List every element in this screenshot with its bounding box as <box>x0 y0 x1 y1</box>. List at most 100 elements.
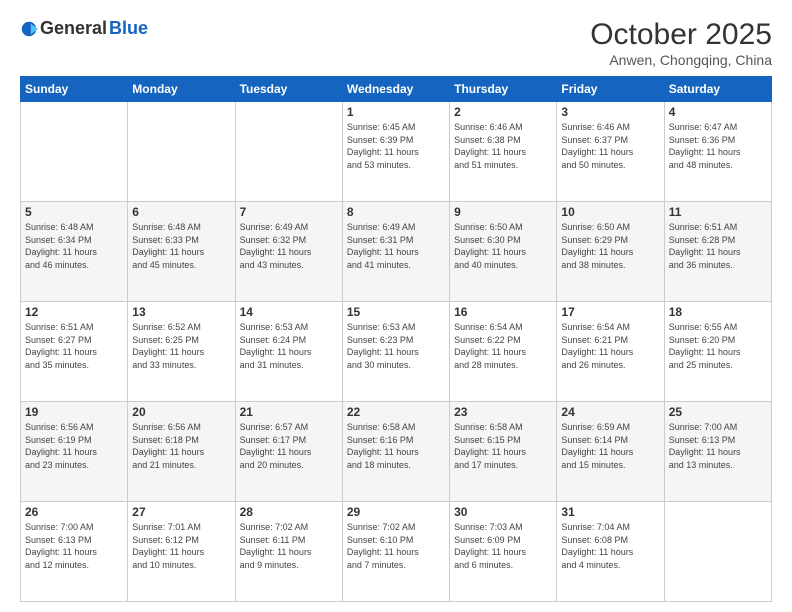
day-number: 17 <box>561 305 659 319</box>
day-number: 11 <box>669 205 767 219</box>
day-number: 27 <box>132 505 230 519</box>
day-number: 9 <box>454 205 552 219</box>
logo: GeneralBlue <box>20 18 148 39</box>
day-number: 1 <box>347 105 445 119</box>
day-number: 7 <box>240 205 338 219</box>
day-info: Sunrise: 6:54 AMSunset: 6:21 PMDaylight:… <box>561 321 659 371</box>
day-number: 24 <box>561 405 659 419</box>
day-number: 6 <box>132 205 230 219</box>
table-cell: 12Sunrise: 6:51 AMSunset: 6:27 PMDayligh… <box>21 302 128 402</box>
day-number: 29 <box>347 505 445 519</box>
table-cell: 17 Sunrise: 6:54 AMSunset: 6:21 PMDayligh… <box>557 302 664 402</box>
day-info: Sunrise: 6:49 AMSunset: 6:31 PMDaylight:… <box>347 221 445 271</box>
table-cell: 5Sunrise: 6:48 AMSunset: 6:34 PMDaylight… <box>21 202 128 302</box>
location-subtitle: Anwen, Chongqing, China <box>590 52 772 68</box>
table-cell: 25 Sunrise: 7:00 AMSunset: 6:13 PMDayligh… <box>664 402 771 502</box>
table-cell: 14 Sunrise: 6:53 AMSunset: 6:24 PMDayligh… <box>235 302 342 402</box>
table-cell: 16 Sunrise: 6:54 AMSunset: 6:22 PMDayligh… <box>450 302 557 402</box>
table-cell: 24 Sunrise: 6:59 AMSunset: 6:14 PMDayligh… <box>557 402 664 502</box>
day-number: 12 <box>25 305 123 319</box>
table-cell: 19 Sunrise: 6:56 AMSunset: 6:19 PMDayligh… <box>21 402 128 502</box>
day-info: Sunrise: 7:03 AMSunset: 6:09 PMDaylight:… <box>454 521 552 571</box>
month-title: October 2025 <box>590 18 772 52</box>
table-cell: 20 Sunrise: 6:56 AMSunset: 6:18 PMDayligh… <box>128 402 235 502</box>
logo-icon <box>20 20 38 38</box>
week-row-2: 5Sunrise: 6:48 AMSunset: 6:34 PMDaylight… <box>21 202 772 302</box>
day-info: Sunrise: 7:01 AMSunset: 6:12 PMDaylight:… <box>132 521 230 571</box>
table-cell: 30 Sunrise: 7:03 AMSunset: 6:09 PMDayligh… <box>450 502 557 602</box>
day-info: Sunrise: 6:53 AMSunset: 6:24 PMDaylight:… <box>240 321 338 371</box>
table-cell: 18Sunrise: 6:55 AMSunset: 6:20 PMDayligh… <box>664 302 771 402</box>
table-cell: 2Sunrise: 6:46 AMSunset: 6:38 PMDaylight… <box>450 102 557 202</box>
table-cell <box>21 102 128 202</box>
day-number: 21 <box>240 405 338 419</box>
col-tuesday: Tuesday <box>235 77 342 102</box>
col-saturday: Saturday <box>664 77 771 102</box>
day-info: Sunrise: 6:50 AMSunset: 6:30 PMDaylight:… <box>454 221 552 271</box>
day-number: 14 <box>240 305 338 319</box>
day-info: Sunrise: 6:58 AMSunset: 6:15 PMDaylight:… <box>454 421 552 471</box>
day-number: 30 <box>454 505 552 519</box>
col-monday: Monday <box>128 77 235 102</box>
day-info: Sunrise: 6:56 AMSunset: 6:18 PMDaylight:… <box>132 421 230 471</box>
day-number: 28 <box>240 505 338 519</box>
table-cell: 7 Sunrise: 6:49 AMSunset: 6:32 PMDaylight… <box>235 202 342 302</box>
table-cell: 6 Sunrise: 6:48 AMSunset: 6:33 PMDaylight… <box>128 202 235 302</box>
day-number: 4 <box>669 105 767 119</box>
day-info: Sunrise: 7:00 AMSunset: 6:13 PMDaylight:… <box>25 521 123 571</box>
day-info: Sunrise: 6:53 AMSunset: 6:23 PMDaylight:… <box>347 321 445 371</box>
table-cell: 27 Sunrise: 7:01 AMSunset: 6:12 PMDayligh… <box>128 502 235 602</box>
table-cell: 31Sunrise: 7:04 AMSunset: 6:08 PMDayligh… <box>557 502 664 602</box>
day-info: Sunrise: 6:58 AMSunset: 6:16 PMDaylight:… <box>347 421 445 471</box>
day-info: Sunrise: 6:56 AMSunset: 6:19 PMDaylight:… <box>25 421 123 471</box>
day-number: 19 <box>25 405 123 419</box>
day-number: 2 <box>454 105 552 119</box>
page: GeneralBlue October 2025 Anwen, Chongqin… <box>0 0 792 612</box>
day-number: 15 <box>347 305 445 319</box>
day-number: 13 <box>132 305 230 319</box>
day-info: Sunrise: 6:57 AMSunset: 6:17 PMDaylight:… <box>240 421 338 471</box>
day-info: Sunrise: 7:00 AMSunset: 6:13 PMDaylight:… <box>669 421 767 471</box>
table-cell: 26 Sunrise: 7:00 AMSunset: 6:13 PMDayligh… <box>21 502 128 602</box>
day-info: Sunrise: 6:50 AMSunset: 6:29 PMDaylight:… <box>561 221 659 271</box>
day-info: Sunrise: 6:55 AMSunset: 6:20 PMDaylight:… <box>669 321 767 371</box>
col-friday: Friday <box>557 77 664 102</box>
header-row: Sunday Monday Tuesday Wednesday Thursday… <box>21 77 772 102</box>
day-number: 8 <box>347 205 445 219</box>
table-cell: 22Sunrise: 6:58 AMSunset: 6:16 PMDayligh… <box>342 402 449 502</box>
table-cell: 11 Sunrise: 6:51 AMSunset: 6:28 PMDayligh… <box>664 202 771 302</box>
day-info: Sunrise: 6:48 AMSunset: 6:33 PMDaylight:… <box>132 221 230 271</box>
table-cell: 9 Sunrise: 6:50 AMSunset: 6:30 PMDaylight… <box>450 202 557 302</box>
day-info: Sunrise: 6:47 AMSunset: 6:36 PMDaylight:… <box>669 121 767 171</box>
day-info: Sunrise: 6:59 AMSunset: 6:14 PMDaylight:… <box>561 421 659 471</box>
table-cell: 4 Sunrise: 6:47 AMSunset: 6:36 PMDaylight… <box>664 102 771 202</box>
day-number: 25 <box>669 405 767 419</box>
table-cell: 23 Sunrise: 6:58 AMSunset: 6:15 PMDayligh… <box>450 402 557 502</box>
day-number: 16 <box>454 305 552 319</box>
table-cell: 29 Sunrise: 7:02 AMSunset: 6:10 PMDayligh… <box>342 502 449 602</box>
table-cell <box>235 102 342 202</box>
day-info: Sunrise: 7:02 AMSunset: 6:10 PMDaylight:… <box>347 521 445 571</box>
day-number: 3 <box>561 105 659 119</box>
title-area: October 2025 Anwen, Chongqing, China <box>590 18 772 68</box>
day-info: Sunrise: 6:51 AMSunset: 6:28 PMDaylight:… <box>669 221 767 271</box>
week-row-5: 26 Sunrise: 7:00 AMSunset: 6:13 PMDayligh… <box>21 502 772 602</box>
table-cell: 21 Sunrise: 6:57 AMSunset: 6:17 PMDayligh… <box>235 402 342 502</box>
col-wednesday: Wednesday <box>342 77 449 102</box>
day-number: 10 <box>561 205 659 219</box>
day-number: 23 <box>454 405 552 419</box>
logo-general: General <box>40 18 107 39</box>
day-info: Sunrise: 6:49 AMSunset: 6:32 PMDaylight:… <box>240 221 338 271</box>
day-number: 26 <box>25 505 123 519</box>
day-number: 20 <box>132 405 230 419</box>
day-info: Sunrise: 6:45 AMSunset: 6:39 PMDaylight:… <box>347 121 445 171</box>
day-info: Sunrise: 7:04 AMSunset: 6:08 PMDaylight:… <box>561 521 659 571</box>
day-info: Sunrise: 6:46 AMSunset: 6:37 PMDaylight:… <box>561 121 659 171</box>
week-row-3: 12Sunrise: 6:51 AMSunset: 6:27 PMDayligh… <box>21 302 772 402</box>
table-cell <box>664 502 771 602</box>
table-cell: 28Sunrise: 7:02 AMSunset: 6:11 PMDayligh… <box>235 502 342 602</box>
logo-blue: Blue <box>109 18 148 39</box>
day-info: Sunrise: 6:54 AMSunset: 6:22 PMDaylight:… <box>454 321 552 371</box>
table-cell: 1 Sunrise: 6:45 AMSunset: 6:39 PMDaylight… <box>342 102 449 202</box>
col-sunday: Sunday <box>21 77 128 102</box>
